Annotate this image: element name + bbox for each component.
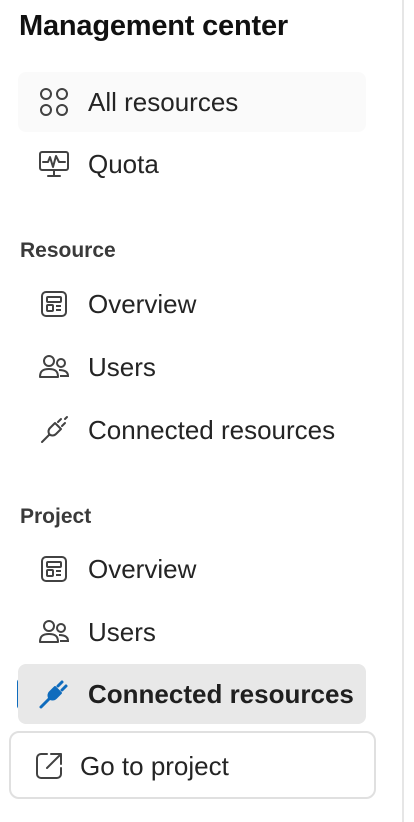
nav-item-project-overview[interactable]: Overview: [18, 539, 366, 599]
plug-disconnected-icon: [38, 414, 70, 446]
nav-item-resource-overview[interactable]: Overview: [18, 274, 366, 334]
grid-icon: [38, 86, 70, 118]
people-icon: [38, 351, 70, 383]
nav-item-label: Connected resources: [88, 415, 336, 445]
panel-title: Management center: [19, 10, 288, 42]
nav-item-label: Users: [88, 352, 156, 382]
open-arrow-icon: [33, 750, 65, 782]
nav-item-all-resources[interactable]: All resources: [18, 72, 366, 132]
dashboard-icon: [38, 288, 70, 320]
management-center-panel: Management center All resources Quota Re…: [0, 0, 404, 822]
dashboard-icon: [38, 553, 70, 585]
nav-item-label: Connected resources: [88, 679, 354, 709]
nav-item-label: Overview: [88, 289, 197, 319]
section-header-project: Project: [20, 505, 92, 528]
people-icon: [38, 616, 70, 648]
nav-item-quota[interactable]: Quota: [18, 134, 366, 194]
go-to-project-button[interactable]: Go to project: [9, 731, 376, 799]
nav-item-label: All resources: [88, 87, 239, 117]
nav-item-label: Quota: [88, 149, 159, 179]
go-to-project-label: Go to project: [80, 751, 229, 781]
nav-item-resource-connected-resources[interactable]: Connected resources: [18, 400, 366, 460]
nav-item-label: Users: [88, 617, 156, 647]
nav-item-project-connected-resources[interactable]: Connected resources: [18, 664, 366, 724]
section-header-resource: Resource: [20, 239, 116, 262]
nav-item-project-users[interactable]: Users: [18, 602, 366, 662]
monitor-pulse-icon: [38, 148, 70, 180]
plug-connected-icon: [38, 678, 70, 710]
nav-item-resource-users[interactable]: Users: [18, 337, 366, 397]
nav-item-label: Overview: [88, 554, 197, 584]
